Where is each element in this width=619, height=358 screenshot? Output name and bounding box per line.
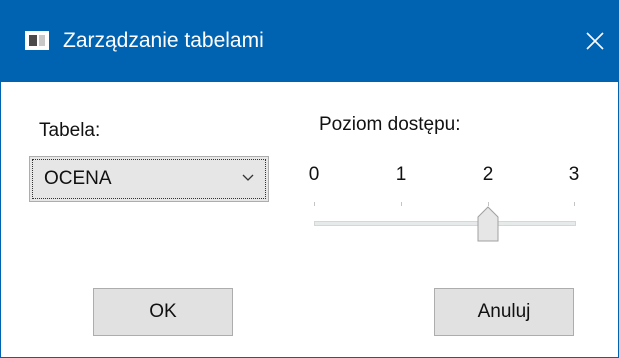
slider-tick-mark [401,202,402,206]
table-selected-value: OCENA [44,168,112,189]
access-level-label: Poziom dostępu: [319,114,461,135]
access-level-slider-track[interactable] [314,221,576,226]
table-combobox[interactable]: OCENA [29,156,269,202]
app-window-icon [25,31,49,50]
slider-tick-label-3: 3 [568,164,580,185]
slider-tick-mark [574,202,575,206]
chevron-down-icon [242,174,254,181]
slider-tick-label-1: 1 [395,164,407,185]
access-level-slider-thumb[interactable] [477,206,499,242]
title-bar[interactable]: Zarządzanie tabelami [0,0,619,82]
window-title: Zarządzanie tabelami [63,29,264,52]
close-icon [586,32,604,50]
table-label: Tabela: [39,120,101,141]
close-button[interactable] [573,20,619,62]
slider-tick-mark [314,202,315,206]
slider-tick-label-0: 0 [308,164,320,185]
slider-tick-label-2: 2 [482,164,494,185]
dialog-window: Zarządzanie tabelami Tabela: OCENA Pozio… [0,0,619,358]
cancel-button[interactable]: Anuluj [434,288,574,336]
ok-button[interactable]: OK [93,288,233,336]
